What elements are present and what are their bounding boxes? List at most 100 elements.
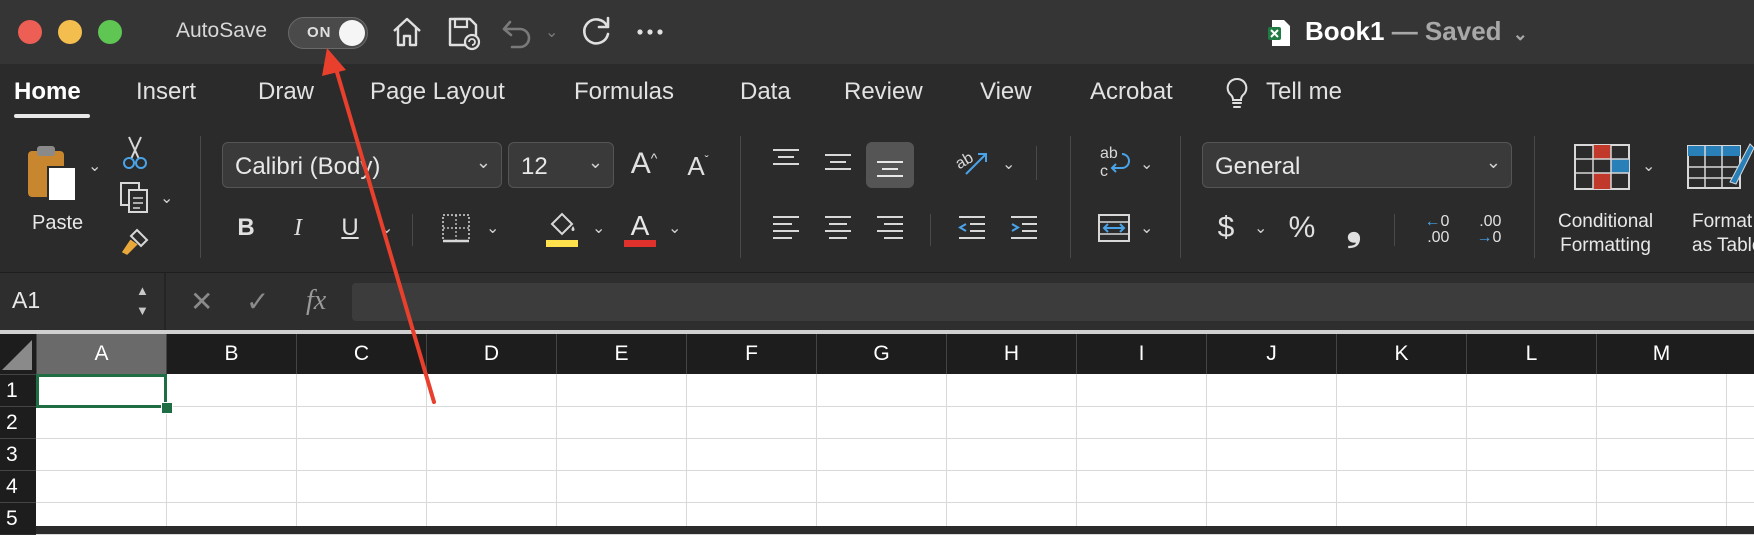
fill-handle[interactable] <box>161 402 173 414</box>
paint-bucket-icon <box>546 212 578 247</box>
merge-chevron-down-icon[interactable]: ⌄ <box>1140 218 1153 238</box>
group-separator <box>412 214 413 246</box>
autosave-toggle[interactable]: ON <box>288 17 368 49</box>
fill-color-chevron-down-icon[interactable]: ⌄ <box>592 218 605 238</box>
font-size-dropdown[interactable]: 12 ⌄ <box>508 142 614 188</box>
format-painter-button[interactable] <box>118 224 152 260</box>
column-header-c[interactable]: C <box>296 334 426 374</box>
row-header-2[interactable]: 2 <box>0 406 36 438</box>
underline-button[interactable]: U <box>330 208 370 248</box>
minimize-window-button[interactable] <box>58 20 82 44</box>
tab-home[interactable]: Home <box>14 78 81 106</box>
middle-align-button[interactable] <box>818 142 858 182</box>
wrap-text-button[interactable]: ab c <box>1092 140 1136 184</box>
column-header-m[interactable]: M <box>1596 334 1726 374</box>
row-header-5[interactable]: 5 <box>0 502 36 534</box>
decrease-decimal-button[interactable]: .00 →0 <box>1464 210 1514 250</box>
column-header-l[interactable]: L <box>1466 334 1596 374</box>
bottom-align-button[interactable] <box>866 142 914 188</box>
column-header-d[interactable]: D <box>426 334 556 374</box>
active-cell-a1[interactable] <box>36 374 167 408</box>
tab-formulas[interactable]: Formulas <box>574 78 674 106</box>
conditional-formatting-chevron-down-icon[interactable]: ⌄ <box>1642 156 1655 176</box>
bold-button[interactable]: B <box>226 208 266 248</box>
fill-color-button[interactable] <box>542 206 582 250</box>
name-box[interactable]: A1 <box>12 287 40 314</box>
currency-button[interactable]: $ <box>1208 208 1244 248</box>
align-center-button[interactable] <box>818 208 858 248</box>
percent-button[interactable]: % <box>1280 208 1324 248</box>
tab-tell-me[interactable]: Tell me <box>1266 78 1342 106</box>
column-header-b[interactable]: B <box>166 334 296 374</box>
tab-review[interactable]: Review <box>844 78 923 106</box>
decrease-indent-button[interactable] <box>952 208 992 248</box>
cell-grid[interactable] <box>36 374 1754 535</box>
align-left-icon <box>773 216 799 239</box>
underline-chevron-down-icon[interactable]: ⌄ <box>380 218 393 238</box>
tab-acrobat[interactable]: Acrobat <box>1090 78 1173 106</box>
font-color-button[interactable]: A <box>620 206 660 250</box>
comma-style-button[interactable]: ❟ <box>1336 207 1372 249</box>
number-format-value: General <box>1215 153 1301 180</box>
name-box-stepper[interactable]: ▲ ▼ <box>136 281 149 321</box>
redo-icon[interactable] <box>576 12 616 52</box>
row-header-1[interactable]: 1 <box>0 374 36 406</box>
merge-center-button[interactable] <box>1092 208 1136 248</box>
font-name-dropdown[interactable]: Calibri (Body) ⌄ <box>222 142 502 188</box>
increase-decimal-button[interactable]: ←0 .00 <box>1412 210 1462 250</box>
insert-function-button[interactable]: fx <box>306 285 326 317</box>
orientation-chevron-down-icon[interactable]: ⌄ <box>1002 154 1015 174</box>
zoom-window-button[interactable] <box>98 20 122 44</box>
orientation-button[interactable]: ab <box>950 142 994 182</box>
formula-input[interactable] <box>352 283 1754 321</box>
currency-chevron-down-icon[interactable]: ⌄ <box>1254 218 1267 238</box>
column-header-e[interactable]: E <box>556 334 686 374</box>
top-align-button[interactable] <box>766 142 806 178</box>
home-icon[interactable] <box>387 12 427 52</box>
align-left-button[interactable] <box>766 208 806 248</box>
text-orientation-icon: ab <box>953 149 987 175</box>
borders-chevron-down-icon[interactable]: ⌄ <box>486 218 499 238</box>
paste-button[interactable] <box>20 140 84 206</box>
group-separator <box>1394 214 1395 246</box>
formula-bar-divider <box>164 273 166 331</box>
copy-chevron-down-icon[interactable]: ⌄ <box>160 188 173 208</box>
row-header-3[interactable]: 3 <box>0 438 36 470</box>
cancel-formula-button[interactable]: ✕ <box>190 285 213 318</box>
row-header-4[interactable]: 4 <box>0 470 36 502</box>
number-format-dropdown[interactable]: General ⌄ <box>1202 142 1512 188</box>
borders-button[interactable] <box>436 208 476 248</box>
increase-font-size-button[interactable]: A ^ <box>624 144 664 184</box>
copy-button[interactable] <box>116 178 154 218</box>
italic-button[interactable]: I <box>278 208 318 248</box>
column-header-a[interactable]: A <box>36 334 166 374</box>
save-icon[interactable] <box>443 12 483 52</box>
tab-view[interactable]: View <box>980 78 1032 106</box>
column-header-h[interactable]: H <box>946 334 1076 374</box>
column-header-g[interactable]: G <box>816 334 946 374</box>
document-title[interactable]: Book1 — Saved ⌄ <box>1305 16 1528 47</box>
align-right-button[interactable] <box>870 208 910 248</box>
undo-icon[interactable] <box>498 12 538 52</box>
format-as-table-button[interactable] <box>1686 138 1754 194</box>
column-header-f[interactable]: F <box>686 334 816 374</box>
increase-indent-button[interactable] <box>1004 208 1044 248</box>
column-header-i[interactable]: I <box>1076 334 1206 374</box>
tab-insert[interactable]: Insert <box>136 78 196 106</box>
column-header-j[interactable]: J <box>1206 334 1336 374</box>
wrap-text-chevron-down-icon[interactable]: ⌄ <box>1140 154 1153 174</box>
more-icon[interactable] <box>630 12 670 52</box>
tab-data[interactable]: Data <box>740 78 791 106</box>
paste-chevron-down-icon[interactable]: ⌄ <box>88 156 101 176</box>
close-window-button[interactable] <box>18 20 42 44</box>
cut-button[interactable] <box>118 134 152 172</box>
undo-chevron-down-icon[interactable]: ⌄ <box>545 22 558 42</box>
tab-page-layout[interactable]: Page Layout <box>370 78 505 106</box>
select-all-button[interactable] <box>0 334 36 374</box>
decrease-font-size-button[interactable]: Aˇ <box>680 148 716 184</box>
tab-draw[interactable]: Draw <box>258 78 314 106</box>
conditional-formatting-button[interactable] <box>1572 142 1632 192</box>
enter-formula-button[interactable]: ✓ <box>246 285 269 318</box>
column-header-k[interactable]: K <box>1336 334 1466 374</box>
font-color-chevron-down-icon[interactable]: ⌄ <box>668 218 681 238</box>
